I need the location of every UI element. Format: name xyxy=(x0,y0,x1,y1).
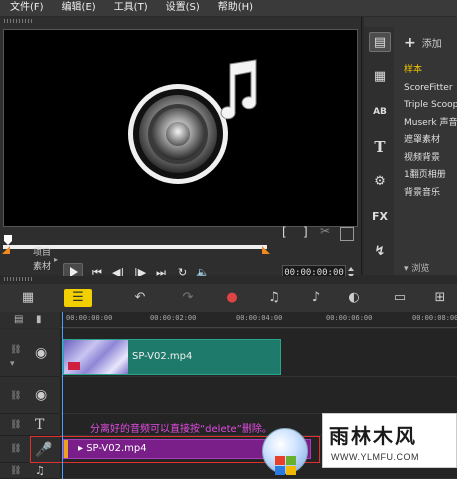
mode-project-label[interactable]: 项目 xyxy=(33,245,51,258)
mode-switch-icon[interactable]: ▸ xyxy=(54,253,58,267)
overlay-track-header: ⛓ ◉ xyxy=(0,377,60,414)
copy-icon[interactable] xyxy=(340,227,354,241)
multi-trim-icon[interactable]: ⊞ xyxy=(428,289,452,307)
watermark: 雨林木风 WWW.YLMFU.COM xyxy=(262,413,457,479)
add-marker-icon[interactable]: ▮ xyxy=(36,314,42,325)
video-clip-label: SP-V02.mp4 xyxy=(132,351,193,362)
title-icon[interactable]: T xyxy=(369,137,391,157)
menu-file[interactable]: 文件(F) xyxy=(0,0,52,16)
library-item[interactable]: 视频背景 xyxy=(404,150,457,168)
library-item[interactable]: Triple Scoop xyxy=(404,97,457,115)
timeline-toolbar: ▦ ☰ ↶ ↷ ● ♫ ♪ ◐ ▭ ⊞ xyxy=(0,284,457,312)
plus-icon: + xyxy=(404,35,416,51)
library-item[interactable]: 1翻页相册 xyxy=(404,167,457,185)
panel-grip[interactable] xyxy=(4,19,34,23)
library-panel: ▤ ▦ AB T ⚙ FX ↯ + 添加 样本 ScoreFitter Tripl… xyxy=(364,17,457,275)
video-clip[interactable]: SP-V02.mp4 xyxy=(63,339,281,375)
graphic-icon[interactable]: ⚙ xyxy=(369,172,391,192)
timeline-playhead[interactable] xyxy=(62,312,63,479)
menu-edit[interactable]: 编辑(E) xyxy=(52,0,104,16)
panel-grip[interactable] xyxy=(4,277,34,281)
thumbnail-detail xyxy=(68,362,80,370)
mode-clip-label[interactable]: 素材 xyxy=(33,259,51,272)
track-link-icon[interactable]: ⛓ xyxy=(10,420,21,430)
music-track-header: ⛓ ♫ xyxy=(0,463,60,479)
storyboard-view-icon[interactable]: ▦ xyxy=(14,289,42,307)
track-link-icon[interactable]: ⛓ xyxy=(10,466,21,476)
audio-speaker-icon xyxy=(128,59,257,184)
library-item[interactable]: ScoreFitter xyxy=(404,80,457,98)
clip-thumbnail xyxy=(64,340,128,374)
mark-in-button[interactable]: [ xyxy=(282,225,287,239)
library-item[interactable]: 遮罩素材 xyxy=(404,132,457,150)
library-item[interactable]: 样本 xyxy=(404,62,457,80)
watermark-url: WWW.YLMFU.COM xyxy=(331,452,419,462)
transition-icon[interactable]: AB xyxy=(369,102,391,122)
add-label: 添加 xyxy=(421,39,442,50)
windows-logo-icon xyxy=(262,428,308,475)
watermark-box: 雨林木风 WWW.YLMFU.COM xyxy=(322,413,457,468)
audio-mixer-icon[interactable]: ♫ xyxy=(262,289,286,307)
track-manager-icon[interactable]: ▤ xyxy=(14,314,23,325)
cut-icon[interactable]: ✂ xyxy=(320,224,330,238)
timeline-view-icon[interactable]: ☰ xyxy=(64,289,92,307)
annotation-text: 分离好的音频可以直接按“delete”删除。 xyxy=(90,424,272,435)
ruler-tick: 00:00:08:00 xyxy=(412,314,457,322)
scrub-playhead[interactable] xyxy=(4,235,12,245)
media-library-icon[interactable]: ▤ xyxy=(369,32,391,52)
title-track-header: ⛓ T xyxy=(0,414,60,436)
ruler-tick: 00:00:00:00 xyxy=(66,314,113,322)
menu-help[interactable]: 帮助(H) xyxy=(208,0,261,16)
undo-icon[interactable]: ↶ xyxy=(128,289,152,307)
track-link-icon[interactable]: ⛓ xyxy=(10,391,21,401)
ruler-tick: 00:00:02:00 xyxy=(150,314,197,322)
music-note-icon[interactable]: ♫ xyxy=(35,464,45,477)
menu-bar: 文件(F) 编辑(E) 工具(T) 设置(S) 帮助(H) xyxy=(0,0,457,16)
ruler-tick: 00:00:06:00 xyxy=(326,314,373,322)
track-collapse-icon[interactable]: ▾ xyxy=(10,359,15,369)
instant-project-icon[interactable]: ▦ xyxy=(369,67,391,87)
redo-icon[interactable]: ↷ xyxy=(176,289,200,307)
browse-label: 浏览 xyxy=(411,264,430,274)
track-link-icon[interactable]: ⛓ xyxy=(10,345,21,355)
subtitle-editor-icon[interactable]: ▭ xyxy=(388,289,412,307)
overlay-track-icon[interactable]: ◉ xyxy=(35,387,47,403)
overlay-track[interactable] xyxy=(60,377,457,414)
library-list: 样本 ScoreFitter Triple Scoop Muserk 声音 遮罩… xyxy=(404,62,457,202)
player-panel: [ ] ✂ 项目 素材 ▸ ⏮ ◀| |▶ ⏭ ↻ 🔈 00:00:00:00 xyxy=(0,17,362,281)
mark-out-button[interactable]: ] xyxy=(303,225,308,239)
track-link-icon[interactable]: ⛓ xyxy=(10,444,21,454)
watermark-title: 雨林木风 xyxy=(329,424,417,448)
library-toolbar: ▤ ▦ AB T ⚙ FX ↯ xyxy=(364,27,394,275)
menu-settings[interactable]: 设置(S) xyxy=(156,0,208,16)
video-track-icon[interactable]: ◉ xyxy=(35,345,47,361)
library-item[interactable]: 背景音乐 xyxy=(404,185,457,203)
browse-button[interactable]: ▾ 浏览 xyxy=(404,261,429,274)
record-capture-icon[interactable]: ● xyxy=(220,289,244,307)
preview-screen xyxy=(3,29,358,227)
timeline-ruler[interactable]: 00:00:00:00 00:00:02:00 00:00:04:00 00:0… xyxy=(60,312,457,328)
filter-icon[interactable]: FX xyxy=(369,207,391,227)
video-track-header: ⛓ ▾ ◉ xyxy=(0,329,60,377)
path-icon[interactable]: ↯ xyxy=(369,242,391,262)
motion-track-icon[interactable]: ◐ xyxy=(342,289,366,307)
title-track-icon[interactable]: T xyxy=(35,417,44,433)
track-manager: ▤ ▮ xyxy=(0,312,60,328)
timeline-separator xyxy=(0,276,457,282)
auto-music-icon[interactable]: ♪ xyxy=(304,289,328,307)
ruler-tick: 00:00:04:00 xyxy=(236,314,283,322)
library-item[interactable]: Muserk 声音 xyxy=(404,115,457,133)
add-folder-button[interactable]: + 添加 xyxy=(404,35,442,51)
menu-tools[interactable]: 工具(T) xyxy=(104,0,156,16)
